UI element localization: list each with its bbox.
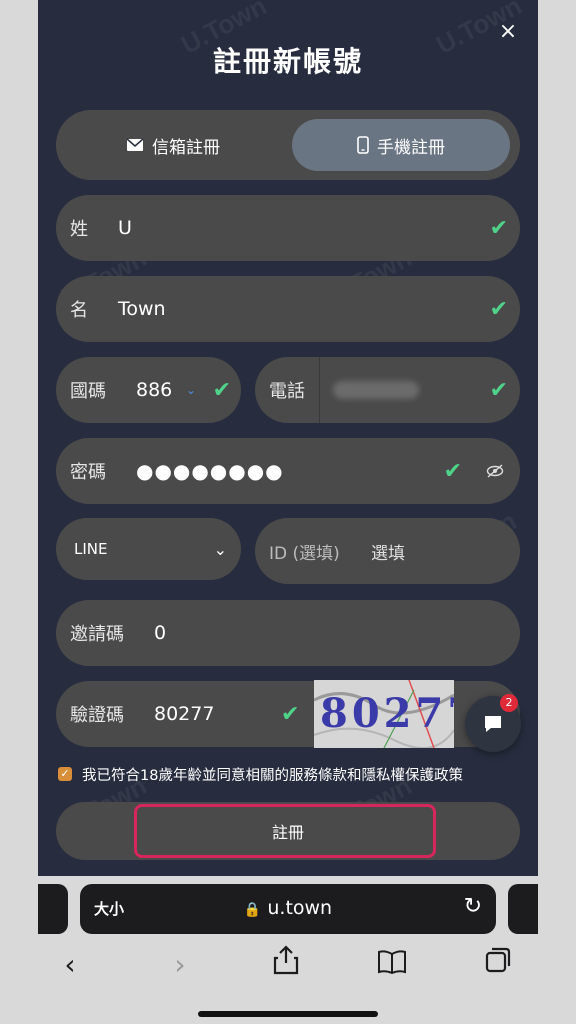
- check-icon: ✔: [281, 701, 300, 727]
- given-name-field[interactable]: 名 Town ✔: [56, 276, 520, 342]
- url-text: u.town: [267, 897, 333, 919]
- phone-field[interactable]: 電話 ✔: [255, 357, 520, 423]
- chevron-down-icon: ⌄: [213, 539, 227, 559]
- country-code-field[interactable]: 國碼 886 ⌄ ✔: [56, 357, 241, 423]
- phone-label: 電話: [269, 381, 305, 402]
- phone-input-blurred[interactable]: [333, 381, 419, 399]
- back-icon[interactable]: ‹: [50, 945, 90, 985]
- captcha-input[interactable]: 80277: [154, 703, 214, 725]
- contact-id-label: ID (選填): [269, 543, 340, 564]
- agree-checkbox[interactable]: ✓: [58, 767, 72, 781]
- register-modal: U.Town U.Town U.Town U.Town U.Town U.Tow…: [38, 0, 538, 880]
- next-tab[interactable]: [508, 884, 538, 934]
- password-field[interactable]: 密碼 ●●●●●●●● ✔: [56, 438, 520, 504]
- register-tabs: 信箱註冊 手機註冊: [56, 110, 520, 180]
- tab-phone-label: 手機註冊: [377, 137, 445, 158]
- highlight-box: [134, 804, 436, 858]
- given-name-input[interactable]: Town: [118, 298, 166, 320]
- url-display[interactable]: 🔒 u.town: [80, 897, 496, 919]
- previous-tab[interactable]: [38, 884, 68, 934]
- check-icon: ✔: [443, 458, 462, 484]
- tabs-icon[interactable]: [478, 945, 518, 985]
- divider: [319, 357, 320, 423]
- country-code-select[interactable]: 886: [136, 379, 172, 401]
- lock-icon: 🔒: [243, 902, 262, 918]
- invite-code-field[interactable]: 邀請碼 0: [56, 600, 520, 666]
- page-title: 註冊新帳號: [212, 45, 363, 78]
- chat-icon: [485, 716, 501, 732]
- address-bar[interactable]: 大小 🔒 u.town ↻: [80, 884, 496, 934]
- password-input[interactable]: ●●●●●●●●: [136, 459, 284, 483]
- surname-label: 姓: [70, 219, 88, 240]
- check-icon: ✔: [489, 215, 508, 241]
- country-code-label: 國碼: [70, 381, 106, 402]
- check-icon: ✔: [489, 296, 508, 322]
- chevron-down-icon[interactable]: ⌄: [186, 383, 196, 397]
- share-icon[interactable]: [266, 945, 306, 985]
- tab-phone[interactable]: 手機註冊: [292, 119, 510, 171]
- reload-icon[interactable]: ↻: [464, 894, 482, 919]
- invite-code-input[interactable]: 0: [154, 622, 166, 644]
- contact-type-value: LINE: [74, 540, 108, 558]
- password-label: 密碼: [70, 462, 106, 483]
- phone-icon: [357, 136, 369, 154]
- given-name-label: 名: [70, 300, 88, 321]
- email-icon: [126, 138, 144, 151]
- tab-email-label: 信箱註冊: [152, 137, 220, 158]
- close-icon[interactable]: ×: [496, 20, 520, 44]
- captcha-label: 驗證碼: [70, 705, 124, 726]
- contact-type-select[interactable]: LINE ⌄: [56, 518, 241, 580]
- captcha-image[interactable]: 80277: [314, 680, 454, 748]
- eye-off-icon[interactable]: [486, 464, 504, 478]
- notification-badge: 2: [500, 694, 518, 712]
- surname-field[interactable]: 姓 U ✔: [56, 195, 520, 261]
- check-icon: ✔: [212, 377, 231, 403]
- forward-icon[interactable]: ›: [160, 945, 200, 985]
- invite-code-label: 邀請碼: [70, 624, 124, 645]
- bookmarks-icon[interactable]: [372, 945, 412, 985]
- agreement-text: 我已符合18歲年齡並同意相關的服務條款和隱私權保護政策: [82, 768, 463, 784]
- tab-email[interactable]: 信箱註冊: [64, 119, 282, 171]
- contact-id-field[interactable]: ID (選填) 選填: [255, 518, 520, 584]
- home-indicator: [198, 1011, 378, 1017]
- captcha-text: 80277: [320, 690, 454, 737]
- surname-input[interactable]: U: [118, 217, 132, 239]
- contact-id-input[interactable]: 選填: [371, 539, 405, 564]
- check-icon: ✔: [489, 377, 508, 403]
